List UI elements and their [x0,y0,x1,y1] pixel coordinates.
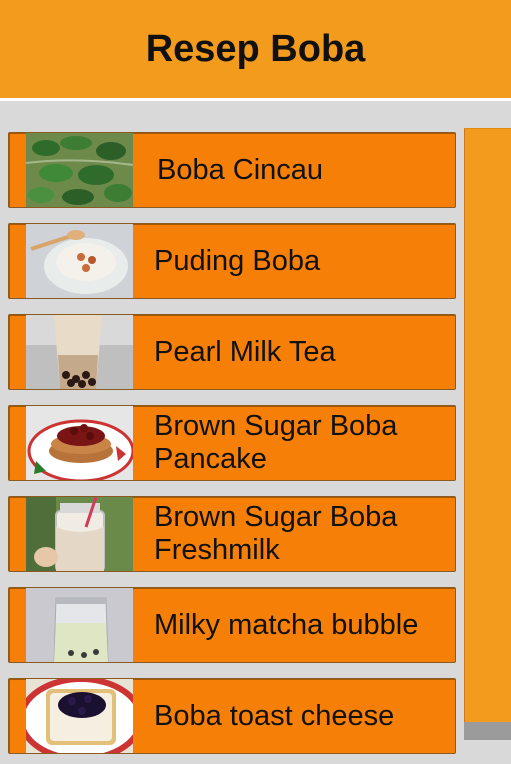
recipe-item-brown-sugar-boba-pancake[interactable]: Brown Sugar Boba Pancake [8,405,456,481]
recipe-thumbnail [26,588,133,662]
recipe-item-brown-sugar-boba-freshmilk[interactable]: Brown Sugar Boba Freshmilk [8,496,456,572]
recipe-thumbnail [26,224,133,298]
recipe-item-puding-boba[interactable]: Puding Boba [8,223,456,299]
recipe-item-label: Puding Boba [154,244,321,277]
recipe-thumbnail [26,315,133,389]
recipe-item-label: Brown Sugar Boba Pancake [154,410,398,475]
recipe-item-boba-toast-cheese[interactable]: Boba toast cheese [8,678,456,754]
recipe-item-milky-matcha-bubble[interactable]: Milky matcha bubble [8,587,456,663]
page-title: Resep Boba [145,27,366,70]
scrollbar[interactable] [464,128,511,740]
recipe-thumbnail [26,133,133,207]
recipe-item-label: Boba toast cheese [154,699,395,732]
recipe-item-label: Boba Cincau [157,153,324,186]
recipe-item-label: Milky matcha bubble [154,608,419,641]
app-header: Resep Boba [0,0,511,101]
recipe-list-area: Boba Cincau Puding Boba Pearl Milk Tea B… [0,104,511,764]
recipe-thumbnail [26,497,133,571]
recipe-item-label: Pearl Milk Tea [154,335,336,368]
scrollbar-track-end [464,722,511,740]
recipe-item-label: Brown Sugar Boba Freshmilk [154,501,398,566]
recipe-thumbnail [26,679,133,753]
recipe-thumbnail [26,406,133,480]
recipe-item-boba-cincau[interactable]: Boba Cincau [8,132,456,208]
recipe-item-pearl-milk-tea[interactable]: Pearl Milk Tea [8,314,456,390]
